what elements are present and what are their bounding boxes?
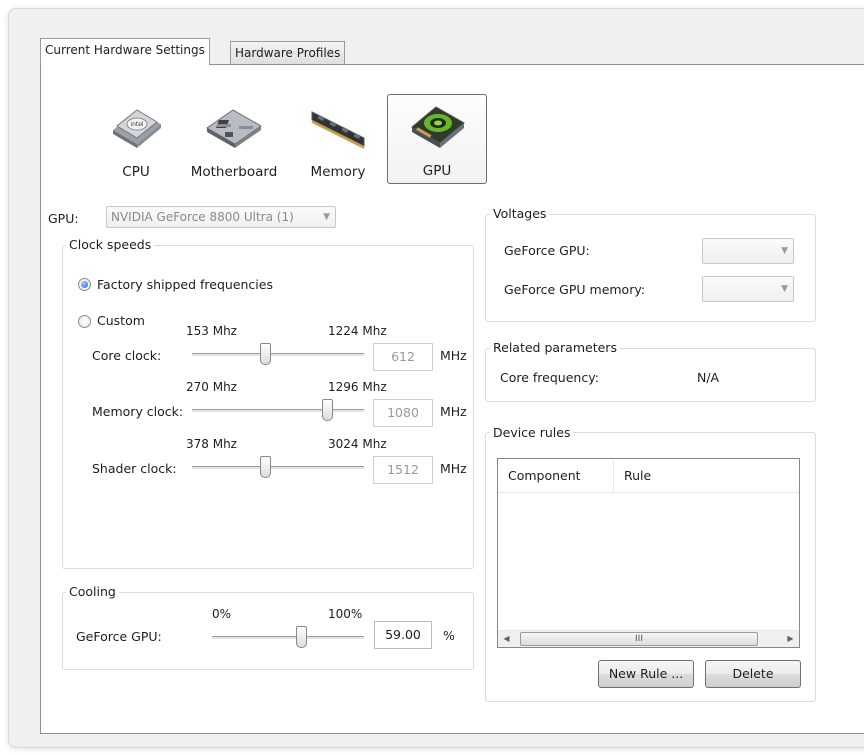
device-rules-title: Device rules: [490, 426, 574, 440]
gpu-select-label: GPU:: [48, 211, 79, 226]
device-rules-header: Component Rule: [498, 459, 799, 493]
memory-clock-unit: MHz: [440, 404, 467, 419]
shader-clock-slider-thumb[interactable]: [259, 456, 271, 478]
memory-clock-value[interactable]: 1080: [373, 399, 433, 427]
new-rule-button[interactable]: New Rule ...: [598, 660, 694, 688]
gpu-select[interactable]: NVIDIA GeForce 8800 Ultra (1) ▼: [106, 206, 336, 228]
hardware-label-motherboard: Motherboard: [190, 164, 278, 180]
cooling-unit: %: [443, 628, 455, 643]
clock-speeds-title: Clock speeds: [66, 238, 155, 252]
voltage-gpu-memory-label: GeForce GPU memory:: [504, 282, 646, 297]
column-header-rule[interactable]: Rule: [614, 459, 800, 493]
tab-current-hardware-settings[interactable]: Current Hardware Settings: [40, 38, 210, 65]
voltage-gpu-memory-select[interactable]: ▼: [702, 276, 794, 302]
custom-frequencies-label: Custom: [97, 313, 145, 328]
cooling-max-label: 100%: [328, 607, 363, 621]
voltage-gpu-label: GeForce GPU:: [504, 243, 590, 258]
chevron-down-icon: ▼: [323, 212, 330, 222]
hardware-item-cpu[interactable]: intel CPU: [98, 94, 174, 184]
gpu-card-icon: [411, 106, 465, 148]
scroll-left-icon[interactable]: ◀: [498, 631, 515, 647]
cooling-slider-track[interactable]: [212, 636, 364, 640]
core-clock-unit: MHz: [440, 348, 467, 363]
shader-clock-max-label: 3024 Mhz: [328, 437, 387, 451]
cpu-chip-icon: intel: [113, 109, 161, 148]
hardware-label-gpu: GPU: [422, 163, 452, 179]
cooling-title: Cooling: [66, 585, 119, 599]
memory-module-icon: [311, 111, 365, 149]
chevron-down-icon: ▼: [781, 284, 788, 294]
hardware-item-motherboard[interactable]: Motherboard: [184, 94, 284, 184]
shader-clock-unit: MHz: [440, 461, 467, 476]
factory-frequencies-radio[interactable]: [78, 278, 91, 291]
memory-clock-max-label: 1296 Mhz: [328, 380, 387, 394]
core-clock-max-label: 1224 Mhz: [328, 324, 387, 338]
device-rules-list[interactable]: Component Rule ◀ III ▶: [497, 458, 800, 648]
gpu-select-value: NVIDIA GeForce 8800 Ultra (1): [111, 210, 294, 224]
memory-clock-min-label: 270 Mhz: [186, 380, 237, 394]
hardware-item-memory[interactable]: Memory: [300, 94, 376, 184]
memory-clock-slider-track[interactable]: [192, 409, 364, 413]
cooling-value-input[interactable]: 59.00: [374, 621, 432, 649]
core-clock-min-label: 153 Mhz: [186, 324, 237, 338]
core-clock-slider-track[interactable]: [192, 353, 364, 357]
hardware-item-gpu[interactable]: GPU: [387, 94, 487, 184]
horizontal-scrollbar[interactable]: ◀ III ▶: [498, 630, 799, 647]
voltages-group: [485, 214, 816, 322]
core-clock-slider-thumb[interactable]: [259, 343, 271, 365]
tab-hardware-profiles[interactable]: Hardware Profiles: [230, 41, 346, 65]
core-frequency-label: Core frequency:: [500, 370, 599, 385]
column-header-component[interactable]: Component: [498, 459, 613, 493]
cooling-min-label: 0%: [212, 607, 232, 621]
shader-clock-min-label: 378 Mhz: [186, 437, 237, 451]
cooling-gpu-label: GeForce GPU:: [76, 629, 162, 644]
voltages-title: Voltages: [490, 207, 550, 221]
shader-clock-value[interactable]: 1512: [373, 456, 433, 484]
hardware-label-memory: Memory: [310, 164, 366, 180]
scrollbar-thumb[interactable]: III: [520, 632, 758, 646]
delete-rule-button[interactable]: Delete: [705, 660, 801, 688]
memory-clock-slider-thumb[interactable]: [321, 399, 333, 421]
cooling-slider-thumb[interactable]: [295, 626, 307, 648]
related-parameters-title: Related parameters: [490, 341, 620, 355]
core-clock-value[interactable]: 612: [373, 343, 433, 371]
chevron-down-icon: ▼: [781, 246, 788, 256]
core-clock-label: Core clock:: [92, 348, 162, 363]
hardware-label-cpu: CPU: [122, 164, 150, 180]
motherboard-icon: [206, 109, 262, 148]
factory-frequencies-label: Factory shipped frequencies: [97, 277, 273, 292]
memory-clock-label: Memory clock:: [92, 404, 184, 419]
svg-text:intel: intel: [130, 121, 144, 128]
scroll-right-icon[interactable]: ▶: [782, 631, 799, 647]
custom-frequencies-radio[interactable]: [78, 315, 91, 328]
core-frequency-value: N/A: [697, 370, 720, 385]
shader-clock-slider-track[interactable]: [192, 466, 364, 470]
shader-clock-label: Shader clock:: [92, 461, 177, 476]
voltage-gpu-select[interactable]: ▼: [702, 238, 794, 264]
